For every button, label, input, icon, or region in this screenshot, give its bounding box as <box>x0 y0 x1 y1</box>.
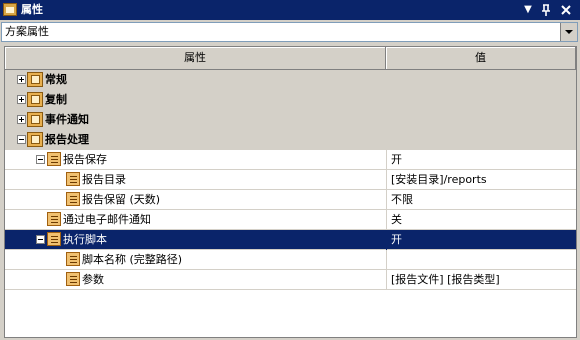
column-header-value[interactable]: 值 <box>386 47 576 70</box>
property-value: 开 <box>391 233 402 246</box>
property-label: 报告目录 <box>82 173 126 186</box>
property-icon <box>47 232 61 246</box>
property-icon <box>66 252 80 266</box>
property-value-cell[interactable]: 开 <box>386 230 576 250</box>
object-selector-value: 方案属性 <box>5 25 49 38</box>
column-header-property[interactable]: 属性 <box>5 47 386 70</box>
property-row-report-directory[interactable]: 报告目录 [安装目录]/reports <box>5 170 576 190</box>
window-title: 属性 <box>21 3 43 16</box>
property-row-report-retention[interactable]: 报告保留 (天数) 不限 <box>5 190 576 210</box>
property-value-cell[interactable]: 开 <box>386 150 576 170</box>
category-general[interactable]: 常规 <box>5 70 576 90</box>
category-event-notification[interactable]: 事件通知 <box>5 110 576 130</box>
collapse-icon[interactable] <box>17 135 26 144</box>
category-label: 常规 <box>45 73 67 86</box>
expand-icon[interactable] <box>17 115 26 124</box>
dropdown-arrow-icon[interactable]: ▼ <box>520 2 536 18</box>
property-label: 通过电子邮件通知 <box>63 213 151 226</box>
property-value: [报告文件] [报告类型] <box>391 273 500 286</box>
property-row-script-name[interactable]: 脚本名称 (完整路径) <box>5 250 576 270</box>
property-value-cell[interactable] <box>386 250 576 270</box>
property-label: 参数 <box>82 273 104 286</box>
properties-window-icon <box>3 3 17 16</box>
property-value: 开 <box>391 153 402 166</box>
window-title-bar: 属性 ▼ <box>0 0 580 20</box>
property-row-report-save[interactable]: 报告保存 开 <box>5 150 576 170</box>
property-label: 脚本名称 (完整路径) <box>82 253 183 266</box>
object-selector-combobox[interactable]: 方案属性 <box>1 22 578 42</box>
pin-icon[interactable] <box>538 2 554 18</box>
property-label: 执行脚本 <box>63 233 107 246</box>
property-label: 报告保存 <box>63 153 107 166</box>
collapse-icon[interactable] <box>36 155 45 164</box>
property-icon <box>66 272 80 286</box>
property-value-cell[interactable]: 关 <box>386 210 576 230</box>
category-icon <box>27 112 43 127</box>
property-value-cell[interactable]: [安装目录]/reports <box>386 170 576 190</box>
category-icon <box>27 72 43 87</box>
property-grid: 属性 值 常规 复制 事件通知 报告处理 报告保存 开 报告目录 [安装目录]/… <box>4 46 577 338</box>
property-row-run-script[interactable]: 执行脚本 开 <box>5 230 576 250</box>
category-replication[interactable]: 复制 <box>5 90 576 110</box>
category-label: 事件通知 <box>45 113 89 126</box>
property-value-cell[interactable]: 不限 <box>386 190 576 210</box>
property-value: 关 <box>391 213 402 226</box>
category-label: 报告处理 <box>45 133 89 146</box>
category-icon <box>27 92 43 107</box>
property-icon <box>47 152 61 166</box>
property-row-parameters[interactable]: 参数 [报告文件] [报告类型] <box>5 270 576 290</box>
expand-icon[interactable] <box>17 95 26 104</box>
property-icon <box>66 172 80 186</box>
close-icon[interactable] <box>558 2 574 18</box>
property-row-email-notification[interactable]: 通过电子邮件通知 关 <box>5 210 576 230</box>
collapse-icon[interactable] <box>36 235 45 244</box>
expand-icon[interactable] <box>17 75 26 84</box>
combobox-dropdown-button[interactable] <box>560 23 577 41</box>
category-icon <box>27 132 43 147</box>
property-icon <box>66 192 80 206</box>
property-value: [安装目录]/reports <box>391 173 487 186</box>
property-value-cell[interactable]: [报告文件] [报告类型] <box>386 270 576 290</box>
property-label: 报告保留 (天数) <box>82 193 161 206</box>
property-value: 不限 <box>391 193 413 206</box>
category-report-processing[interactable]: 报告处理 <box>5 130 576 150</box>
category-label: 复制 <box>45 93 67 106</box>
property-icon <box>47 212 61 226</box>
